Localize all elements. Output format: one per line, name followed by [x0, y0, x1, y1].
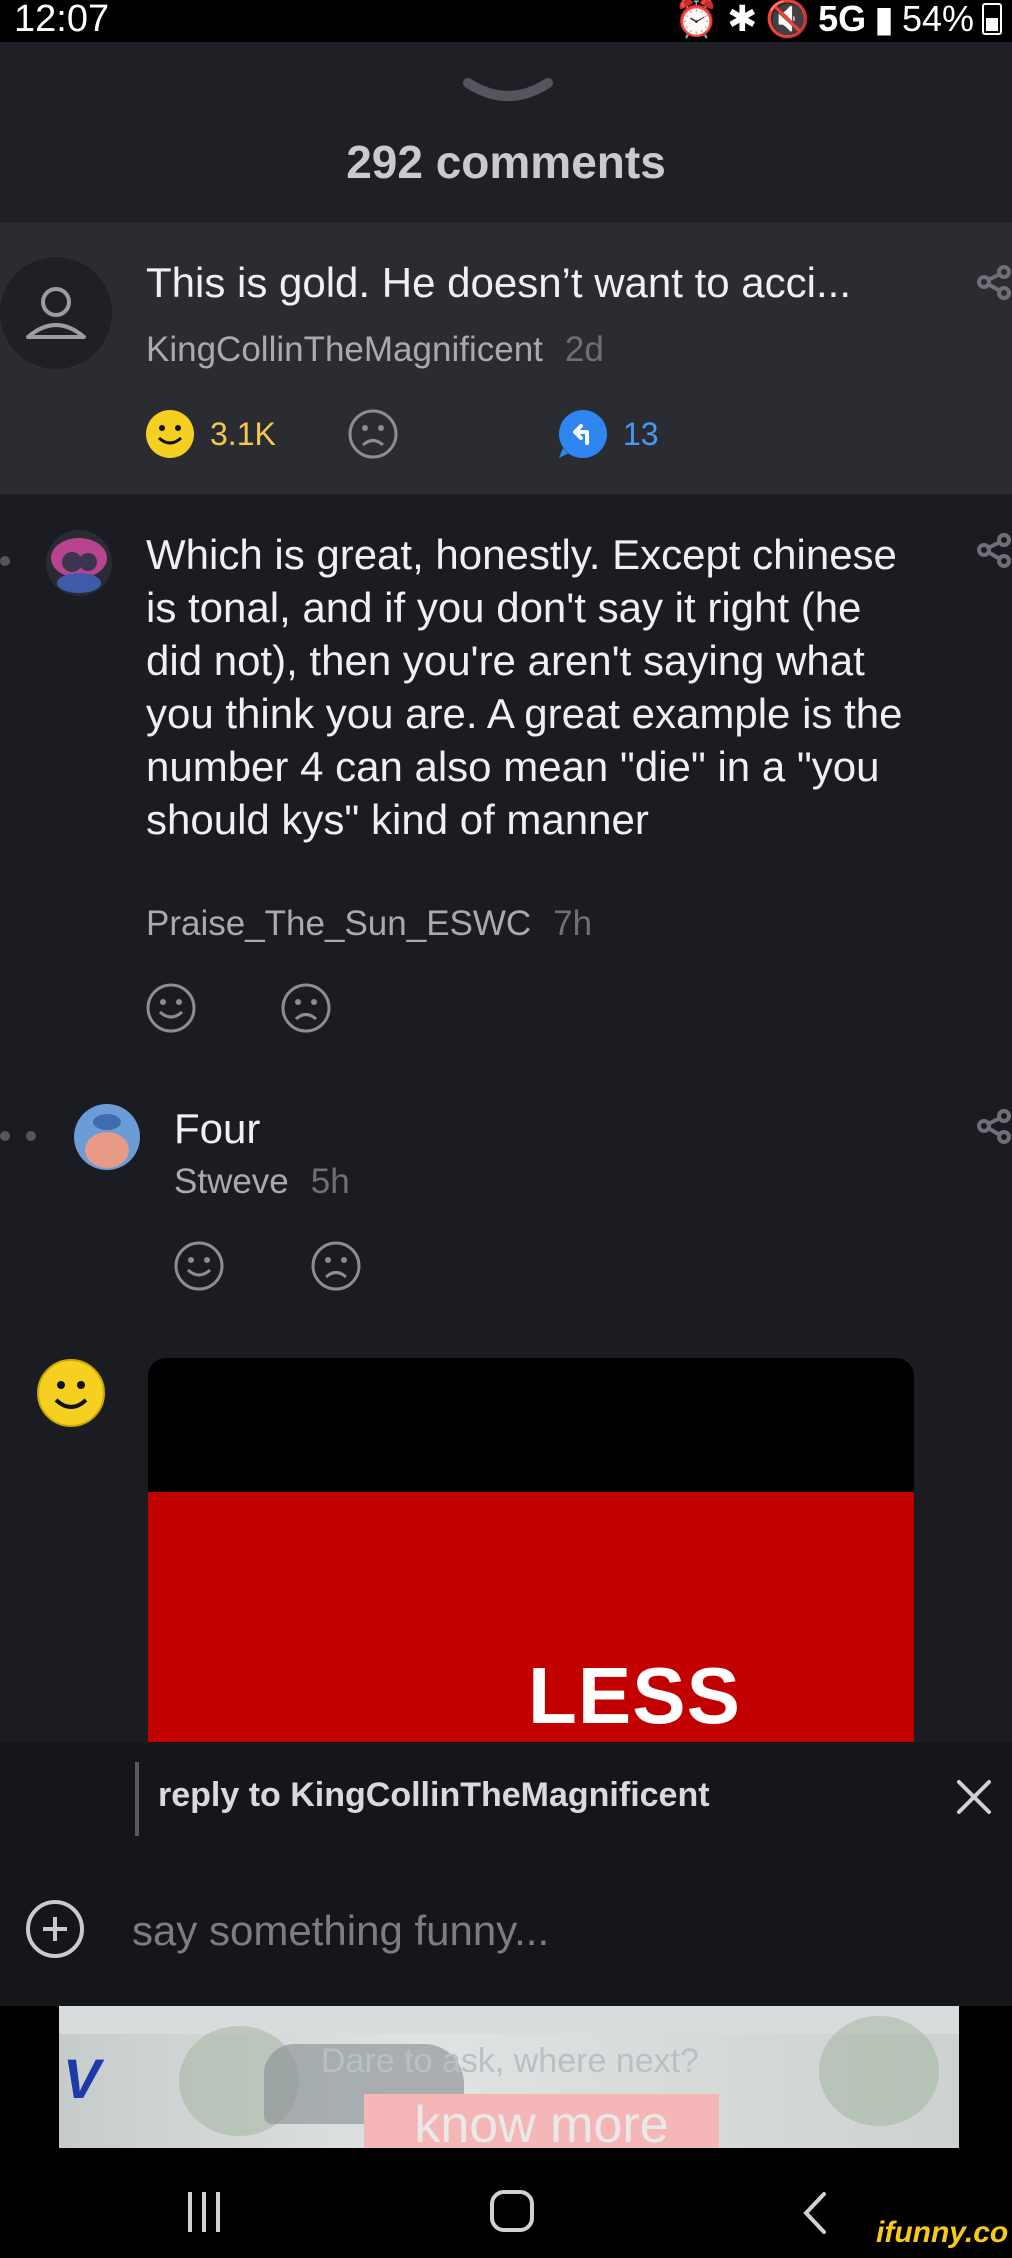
comment-text: This is gold. He doesn’t want to acci...: [146, 259, 851, 306]
media-caption-line1: LESS: [528, 1651, 741, 1740]
signal-icon: ▮: [874, 0, 894, 39]
frown-icon[interactable]: [347, 408, 399, 460]
frown-icon[interactable]: [310, 1240, 362, 1292]
share-icon[interactable]: [976, 1108, 1012, 1144]
recent-apps-icon[interactable]: [188, 2192, 228, 2232]
mute-icon: 🔇: [765, 0, 811, 39]
alarm-icon: ⏰: [674, 0, 720, 39]
comment-meta: Praise_The_Sun_ESWC 7h: [146, 904, 592, 944]
battery-label: 54%: [901, 0, 974, 39]
reply-icon: [559, 410, 607, 458]
status-icons: ⏰ ✱ 🔇 5G ▮ 54%: [674, 0, 1002, 40]
home-icon[interactable]: [490, 2190, 534, 2232]
watermark: ifunny.co: [876, 2216, 1009, 2249]
comment-age: 5h: [310, 1162, 350, 1201]
network-label: 5G: [818, 0, 867, 39]
bluetooth-icon: ✱: [727, 0, 758, 39]
reply-indicator: [135, 1762, 139, 1836]
smile-avatar-icon[interactable]: [36, 1358, 106, 1428]
thread-dot: [0, 556, 10, 566]
avatar[interactable]: [44, 528, 114, 598]
comment-meta: KingCollinTheMagnificent 2d: [146, 330, 604, 370]
frown-icon[interactable]: [280, 982, 332, 1034]
avatar[interactable]: [72, 1102, 142, 1172]
battery-icon: [982, 3, 1002, 35]
user-icon: [26, 287, 86, 339]
comment-count: 292 comments: [346, 136, 666, 188]
smile-icon[interactable]: [173, 1240, 225, 1292]
comment-age: 2d: [564, 330, 604, 369]
comment-author[interactable]: Stweve: [174, 1162, 289, 1201]
thread-dot: [0, 1131, 10, 1141]
like-button[interactable]: 3.1K: [144, 408, 276, 460]
back-icon[interactable]: [800, 2190, 830, 2236]
comment-meta: Stweve 5h: [174, 1162, 350, 1202]
reply-to-label: reply to KingCollinTheMagnificent: [158, 1776, 710, 1814]
avatar[interactable]: [0, 257, 112, 369]
share-icon[interactable]: [976, 264, 1012, 300]
ad-slogan: Dare to ask, where next?: [321, 2042, 699, 2080]
like-count: 3.1K: [210, 415, 276, 452]
reply-count: 13: [623, 415, 659, 452]
close-icon[interactable]: [955, 1778, 993, 1816]
ad-cta-button[interactable]: know more: [364, 2094, 719, 2148]
smile-icon[interactable]: [145, 982, 197, 1034]
replies-button[interactable]: 13: [557, 408, 659, 460]
ad-tree: [819, 2016, 939, 2126]
smile-icon: [146, 410, 194, 458]
media-caption-line2: STRESSING: [483, 1731, 914, 1742]
share-icon[interactable]: [976, 532, 1012, 568]
comment-text: Four: [174, 1105, 261, 1152]
collapse-handle-icon[interactable]: [462, 75, 554, 107]
add-attachment-icon[interactable]: [26, 1900, 84, 1958]
clock: 12:07: [14, 0, 110, 40]
status-bar: 12:07 ⏰ ✱ 🔇 5G ▮ 54%: [0, 0, 1012, 42]
ad-banner[interactable]: V Dare to ask, where next? know more: [59, 2006, 959, 2148]
comment-author[interactable]: Praise_The_Sun_ESWC: [146, 904, 531, 943]
comment-author[interactable]: KingCollinTheMagnificent: [146, 330, 543, 369]
ad-logo-icon: V: [63, 2047, 101, 2110]
comment-age: 7h: [553, 904, 593, 943]
comment-media[interactable]: LESS STRESSING: [148, 1358, 914, 1742]
comment-text: Which is great, honestly. Except chinese…: [146, 531, 903, 843]
comment-input[interactable]: [130, 1902, 914, 1960]
comments-header: [0, 42, 1012, 222]
thread-dot: [26, 1131, 36, 1141]
